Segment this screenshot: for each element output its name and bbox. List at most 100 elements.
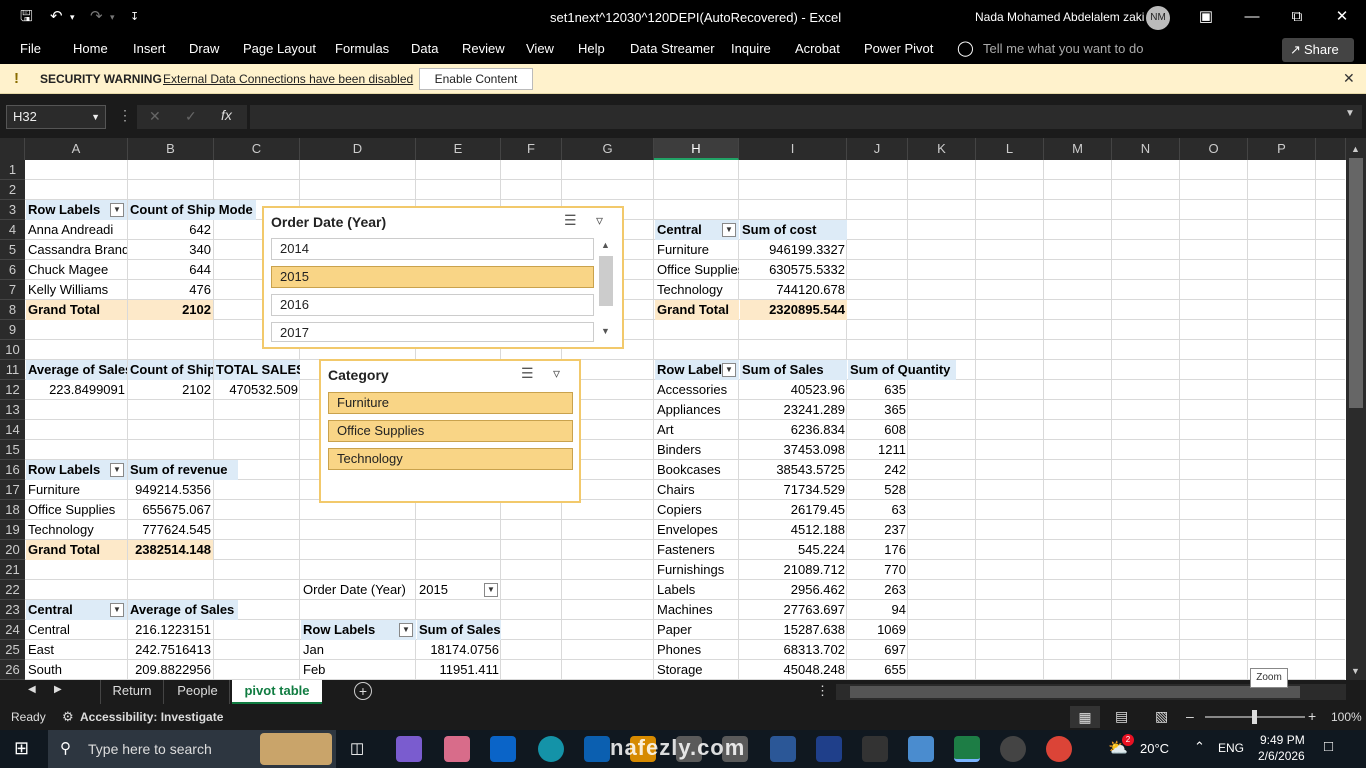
pivot2-row-label[interactable]: Office Supplies (26, 500, 127, 520)
taskbar-search[interactable]: ⚲ Type here to search (48, 730, 336, 768)
pivot6-row-quantity[interactable]: 365 (848, 400, 908, 420)
pivot6-row-label[interactable]: Labels (655, 580, 739, 600)
pivot6-row-sales[interactable]: 4512.188 (740, 520, 847, 540)
row-header[interactable]: 25 (0, 640, 25, 660)
share-button[interactable]: Share ↗ (1282, 38, 1354, 62)
restore-icon[interactable]: ⧉ (1285, 6, 1309, 28)
column-header-p[interactable]: P (1248, 138, 1316, 160)
column-header-n[interactable]: N (1112, 138, 1180, 160)
slicer-item-selected[interactable]: Office Supplies (328, 420, 573, 442)
customize-toolbar-icon[interactable]: ↧ (130, 8, 139, 26)
zoom-out-icon[interactable]: – (1186, 708, 1194, 724)
terminal-icon[interactable] (862, 736, 888, 762)
excel-icon[interactable] (954, 736, 980, 762)
notifications-icon[interactable]: □ (1324, 738, 1333, 755)
name-box-dropdown-icon[interactable]: ▼ (91, 106, 100, 128)
outlook-icon[interactable] (490, 736, 516, 762)
row-header[interactable]: 15 (0, 440, 25, 460)
row-header[interactable]: 17 (0, 480, 25, 500)
column-header-b[interactable]: B (128, 138, 214, 160)
clock-time[interactable]: 9:49 PM (1260, 733, 1305, 747)
pivot6-row-quantity[interactable]: 263 (848, 580, 908, 600)
row-header[interactable]: 10 (0, 340, 25, 360)
undo-icon[interactable]: ↶ (50, 8, 63, 26)
slicer-item-selected[interactable]: Furniture (328, 392, 573, 414)
add-sheet-icon[interactable]: + (354, 682, 372, 700)
summary-count-ship[interactable]: 2102 (128, 380, 213, 400)
tab-draw[interactable]: Draw (189, 41, 219, 56)
ribbon-display-icon[interactable]: ▣ (1194, 6, 1218, 28)
row-header[interactable]: 22 (0, 580, 25, 600)
filter-dropdown-icon[interactable]: ▼ (399, 623, 413, 637)
pivot6-row-sales[interactable]: 68313.702 (740, 640, 847, 660)
column-header-c[interactable]: C (214, 138, 300, 160)
pivot1-row-value[interactable]: 476 (128, 280, 213, 300)
avatar[interactable]: NM (1146, 6, 1170, 30)
zoom-in-icon[interactable]: + (1308, 708, 1316, 724)
pivot5-grand-total-label[interactable]: Grand Total (655, 300, 739, 320)
row-header[interactable]: 23 (0, 600, 25, 620)
name-box[interactable]: H32 ▼ (6, 105, 106, 129)
normal-view-icon[interactable]: ▦ (1070, 706, 1100, 728)
pivot6-row-label[interactable]: Envelopes (655, 520, 739, 540)
pivot2-row-label[interactable]: Furniture (26, 480, 127, 500)
slicer-item[interactable]: 2014 (271, 238, 594, 260)
column-header-k[interactable]: K (908, 138, 976, 160)
pivot2-grand-total-label[interactable]: Grand Total (26, 540, 127, 560)
row-header[interactable]: 18 (0, 500, 25, 520)
zoom-level[interactable]: 100% (1331, 710, 1362, 724)
tab-view[interactable]: View (526, 41, 554, 56)
column-header-h[interactable]: H (654, 138, 739, 160)
app-icon[interactable] (444, 736, 470, 762)
filter-dropdown-icon[interactable]: ▼ (110, 463, 124, 477)
security-message-link[interactable]: External Data Connections have been disa… (163, 72, 413, 86)
tab-home[interactable]: Home (73, 41, 108, 56)
pivot6-row-quantity[interactable]: 528 (848, 480, 908, 500)
pivot6-row-sales[interactable]: 38543.5725 (740, 460, 847, 480)
row-header[interactable]: 7 (0, 280, 25, 300)
scroll-down-icon[interactable]: ▼ (601, 326, 610, 336)
pivot1-row-value[interactable]: 340 (128, 240, 213, 260)
close-warning-icon[interactable]: ✕ (1343, 70, 1355, 87)
tab-page-layout[interactable]: Page Layout (243, 41, 316, 56)
pivot6-row-quantity[interactable]: 655 (848, 660, 908, 680)
pivot3-row-label[interactable]: South (26, 660, 127, 680)
pivot6-row-quantity[interactable]: 63 (848, 500, 908, 520)
pivot6-row-label[interactable]: Appliances (655, 400, 739, 420)
column-header-l[interactable]: L (976, 138, 1044, 160)
pivot4-row-label[interactable]: Feb (301, 660, 416, 680)
column-header-d[interactable]: D (300, 138, 416, 160)
pivot2-row-value[interactable]: 949214.5356 (128, 480, 213, 500)
pivot6-row-quantity[interactable]: 237 (848, 520, 908, 540)
page-break-view-icon[interactable]: ▧ (1155, 708, 1168, 725)
row-header[interactable]: 9 (0, 320, 25, 340)
pivot6-row-sales[interactable]: 27763.697 (740, 600, 847, 620)
pivot6-row-label[interactable]: Phones (655, 640, 739, 660)
next-sheet-icon[interactable]: ▶ (54, 684, 62, 695)
pivot6-row-label[interactable]: Chairs (655, 480, 739, 500)
tab-formulas[interactable]: Formulas (335, 41, 389, 56)
row-header[interactable]: 20 (0, 540, 25, 560)
pivot6-row-sales[interactable]: 71734.529 (740, 480, 847, 500)
pivot1-grand-total-value[interactable]: 2102 (128, 300, 213, 320)
pivot6-row-label[interactable]: Fasteners (655, 540, 739, 560)
pivot6-row-quantity[interactable]: 697 (848, 640, 908, 660)
tab-help[interactable]: Help (578, 41, 605, 56)
vertical-scrollbar[interactable]: ▲ ▼ (1346, 138, 1366, 680)
column-header-a[interactable]: A (25, 138, 128, 160)
column-header-m[interactable]: M (1044, 138, 1112, 160)
tab-data-streamer[interactable]: Data Streamer (630, 41, 715, 56)
pivot1-row-value[interactable]: 642 (128, 220, 213, 240)
multi-select-icon[interactable]: ☰ (564, 212, 577, 229)
clear-filter-icon[interactable]: ▿ (596, 212, 603, 229)
pivot6-row-sales[interactable]: 6236.834 (740, 420, 847, 440)
filter-dropdown-icon[interactable]: ▼ (110, 603, 124, 617)
pivot6-row-label[interactable]: Art (655, 420, 739, 440)
pivot6-row-quantity[interactable]: 770 (848, 560, 908, 580)
row-header[interactable]: 13 (0, 400, 25, 420)
row-header[interactable]: 16 (0, 460, 25, 480)
row-header[interactable]: 1 (0, 160, 25, 180)
zoom-slider-thumb[interactable] (1252, 710, 1257, 724)
pivot6-row-sales[interactable]: 45048.248 (740, 660, 847, 680)
edge-icon[interactable] (538, 736, 564, 762)
